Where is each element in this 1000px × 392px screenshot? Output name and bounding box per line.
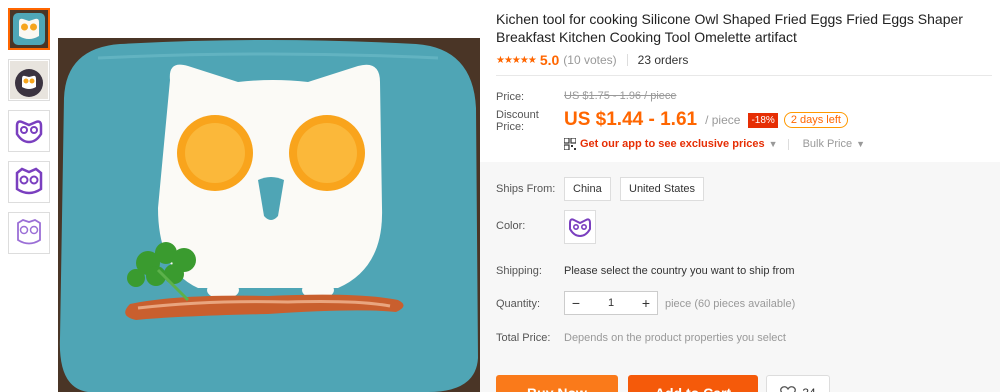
thumbnail-purple-mold-image — [15, 120, 43, 144]
app-promo-link[interactable]: Get our app to see exclusive prices — [580, 138, 765, 150]
orders-count: 23 orders — [637, 53, 689, 67]
ships-from-label: Ships From: — [496, 183, 556, 195]
total-price-text: Depends on the product properties you se… — [564, 332, 786, 344]
product-title: Kichen tool for cooking Silicone Owl Sha… — [496, 11, 963, 45]
quantity-label: Quantity: — [496, 298, 541, 310]
total-price-label: Total Price: — [496, 332, 551, 344]
discount-price: US $1.44 - 1.61 — [564, 109, 698, 130]
main-product-image[interactable] — [58, 38, 480, 392]
wishlist-count: 34 — [802, 386, 815, 392]
thumbnail-5[interactable] — [8, 212, 50, 254]
thumbnail-purple-owl-outline-image — [17, 219, 41, 245]
chevron-down-icon[interactable]: ▼ — [856, 139, 865, 149]
quantity-increase-button[interactable]: + — [635, 292, 657, 314]
price-unit: / piece — [705, 113, 741, 127]
rating-stars-icon: ★★★★★ — [496, 54, 537, 66]
shipping-text: Please select the country you want to sh… — [564, 265, 795, 277]
quantity-input[interactable]: 1 — [587, 297, 635, 309]
quantity-stepper: − 1 + — [564, 291, 658, 315]
add-to-cart-button[interactable]: Add to Cart — [628, 375, 758, 392]
shipping-label: Shipping: — [496, 265, 542, 277]
thumbnail-owl-egg-image — [10, 10, 48, 48]
options-panel — [480, 162, 1000, 392]
discount-percent-badge: -18% — [748, 112, 778, 128]
chevron-down-icon[interactable]: ▼ — [769, 139, 778, 149]
thumbnail-gallery — [8, 8, 50, 263]
bulk-price-dropdown[interactable]: Bulk Price — [803, 138, 853, 150]
divider — [787, 138, 789, 150]
time-left-badge: 2 days left — [783, 112, 848, 128]
app-promo-row: Get our app to see exclusive prices ▼ Bu… — [564, 138, 865, 150]
purple-owl-mold-icon — [569, 218, 591, 238]
ships-from-option-united-states[interactable]: United States — [620, 177, 705, 201]
thumbnail-2[interactable] — [8, 59, 50, 101]
product-info-panel: Kichen tool for cooking Silicone Owl Sha… — [480, 0, 1000, 392]
thumbnail-3[interactable] — [8, 110, 50, 152]
owl-egg-plate-image — [58, 38, 480, 392]
qr-code-icon — [564, 138, 576, 150]
divider — [626, 54, 628, 66]
color-option-purple[interactable] — [564, 210, 596, 244]
quantity-decrease-button[interactable]: − — [565, 292, 587, 314]
discount-price-label-line2: Price: — [496, 121, 525, 133]
discount-price-row: US $1.44 - 1.61 / piece -18% 2 days left — [564, 109, 848, 131]
buy-now-button[interactable]: Buy Now — [496, 375, 618, 392]
divider — [496, 75, 992, 76]
rating-row: ★★★★★ 5.0 (10 votes) 23 orders — [496, 52, 688, 68]
price-label: Price: — [496, 91, 525, 103]
rating-votes-link[interactable]: (10 votes) — [563, 53, 616, 67]
thumbnail-purple-owl-image — [15, 167, 43, 195]
quantity-available: piece (60 pieces available) — [665, 298, 796, 310]
heart-icon — [780, 386, 797, 392]
rating-score: 5.0 — [539, 52, 560, 68]
original-price: US $1.75 - 1.96 / piece — [564, 90, 677, 102]
wishlist-button[interactable]: 34 — [766, 375, 830, 392]
thumbnail-1[interactable] — [8, 8, 50, 50]
color-label: Color: — [496, 220, 526, 232]
thumbnail-4[interactable] — [8, 161, 50, 203]
ships-from-option-china[interactable]: China — [564, 177, 611, 201]
thumbnail-pan-image — [10, 61, 48, 99]
